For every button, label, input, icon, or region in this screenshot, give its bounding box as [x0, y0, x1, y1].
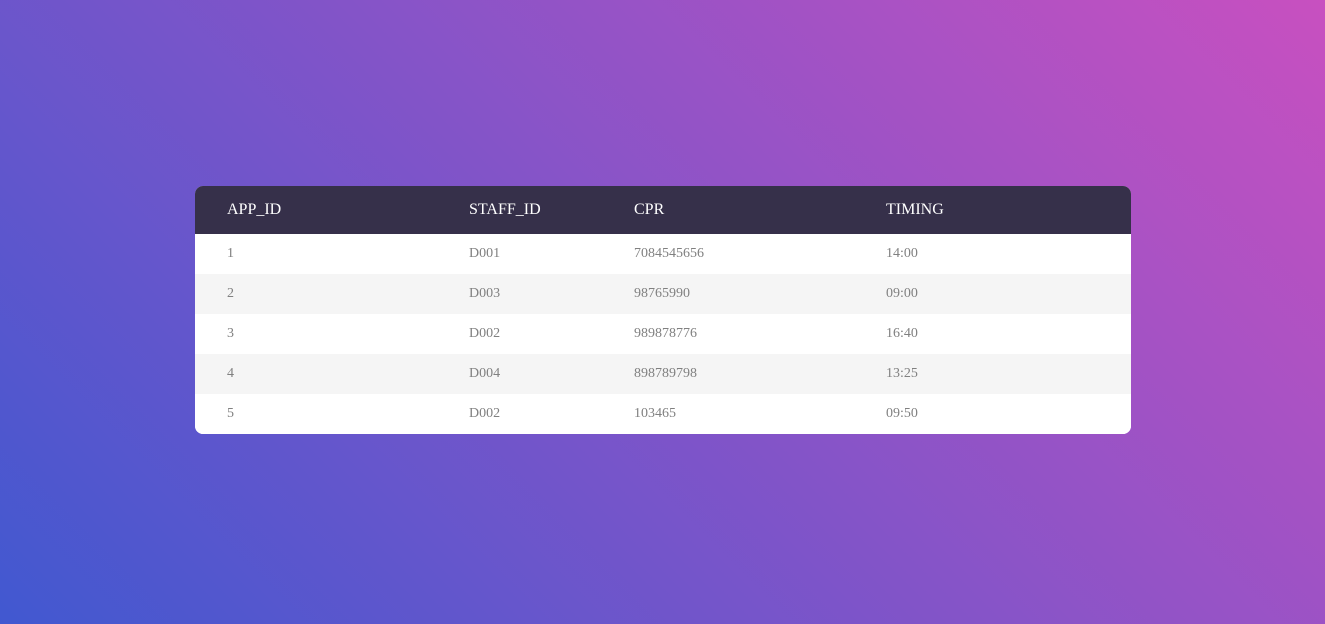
column-header-staff-id: STAFF_ID [469, 201, 541, 218]
cell-app-id: 1 [227, 246, 234, 261]
cell-staff-id: D003 [469, 286, 501, 301]
column-header-cpr: CPR [634, 201, 665, 218]
table-row: 2 D003 98765990 09:00 [195, 274, 1131, 314]
column-header-timing: TIMING [886, 201, 944, 218]
cell-app-id: 4 [227, 366, 234, 381]
cell-staff-id: D002 [469, 406, 501, 421]
column-header-app-id: APP_ID [227, 201, 282, 218]
cell-app-id: 2 [227, 286, 234, 301]
cell-timing: 09:00 [886, 286, 918, 301]
cell-timing: 14:00 [886, 246, 918, 261]
cell-app-id: 5 [227, 406, 234, 421]
cell-staff-id: D001 [469, 246, 501, 261]
cell-staff-id: D004 [469, 366, 501, 381]
cell-cpr: 989878776 [634, 326, 697, 341]
table-body: 1 D001 7084545656 14:00 2 D003 98765990 … [195, 234, 1131, 434]
appointments-table: APP_ID STAFF_ID CPR TIMING 1 D001 708454… [195, 186, 1131, 434]
cell-staff-id: D002 [469, 326, 501, 341]
cell-timing: 13:25 [886, 366, 918, 381]
table-header: APP_ID STAFF_ID CPR TIMING [195, 186, 1131, 234]
table-row: 4 D004 898789798 13:25 [195, 354, 1131, 394]
table-row: 3 D002 989878776 16:40 [195, 314, 1131, 354]
cell-cpr: 7084545656 [634, 246, 704, 261]
table-row: 5 D002 103465 09:50 [195, 394, 1131, 434]
cell-cpr: 98765990 [634, 286, 690, 301]
cell-cpr: 103465 [634, 406, 676, 421]
appointments-table-container: APP_ID STAFF_ID CPR TIMING 1 D001 708454… [195, 186, 1131, 434]
table-row: 1 D001 7084545656 14:00 [195, 234, 1131, 274]
cell-timing: 16:40 [886, 326, 918, 341]
cell-cpr: 898789798 [634, 366, 697, 381]
cell-timing: 09:50 [886, 406, 918, 421]
header-row: APP_ID STAFF_ID CPR TIMING [195, 186, 1131, 234]
cell-app-id: 3 [227, 326, 234, 341]
